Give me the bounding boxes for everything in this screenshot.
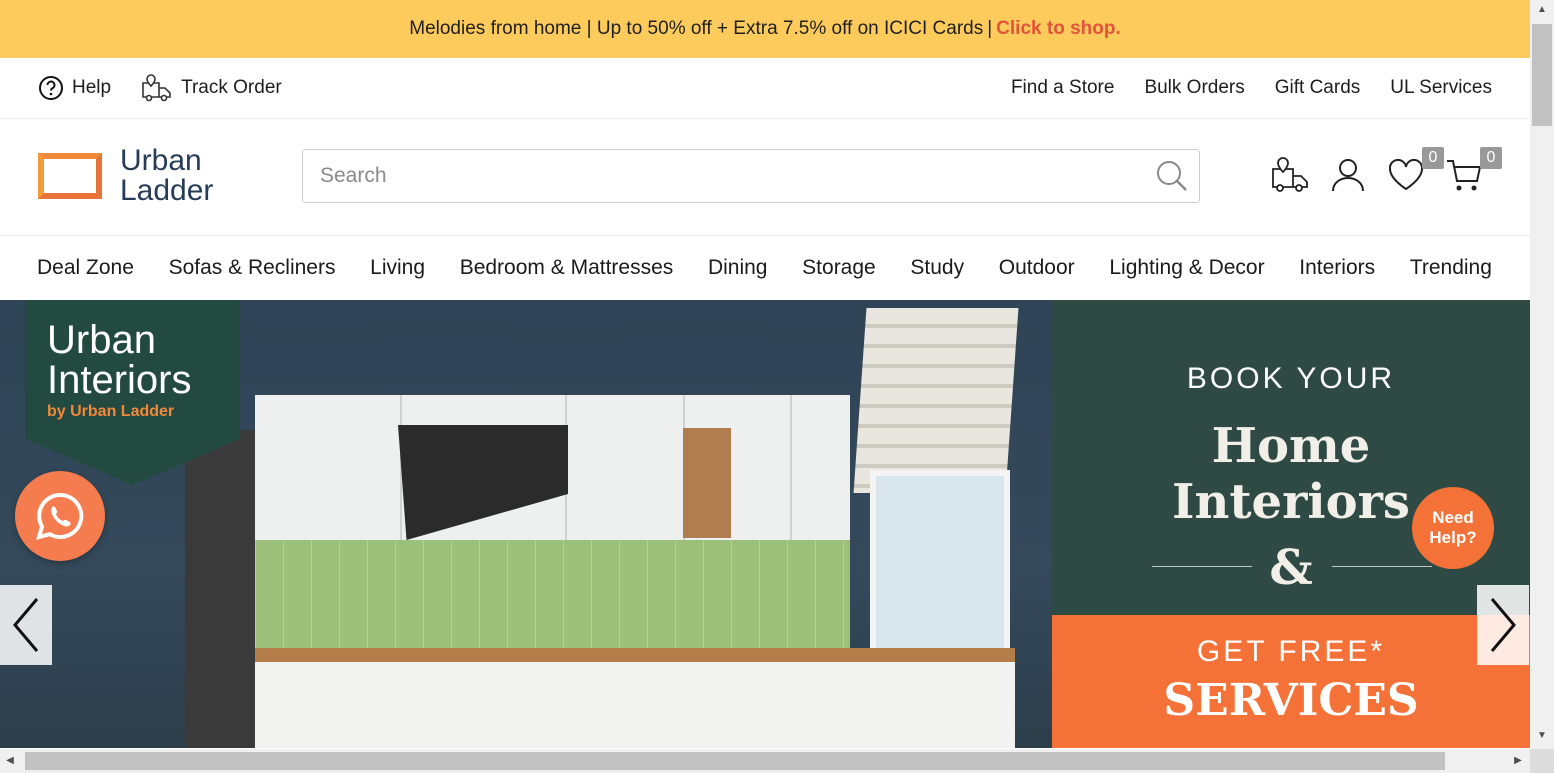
green-backsplash [255, 540, 850, 650]
heart-icon [1388, 158, 1424, 191]
nav-living[interactable]: Living [370, 256, 425, 280]
base-cabinets [255, 662, 1015, 748]
nav-outdoor[interactable]: Outdoor [999, 256, 1075, 280]
kitchen-window [870, 470, 1010, 670]
vertical-scroll-thumb[interactable] [1532, 24, 1552, 126]
chevron-left-icon [13, 598, 39, 652]
scroll-left-arrow[interactable]: ◀ [0, 749, 20, 773]
help-circle-icon [39, 76, 63, 100]
need-help-button[interactable]: Need Help? [1412, 487, 1494, 569]
cart-count-badge: 0 [1480, 147, 1502, 169]
nav-trending[interactable]: Trending [1410, 256, 1492, 280]
horizontal-scrollbar[interactable]: ◀ ▶ [0, 749, 1530, 773]
bulk-orders-link[interactable]: Bulk Orders [1144, 77, 1244, 99]
need-help-line1: Need [1432, 508, 1474, 527]
logo-text-urban: Urban [120, 144, 202, 177]
gift-cards-link[interactable]: Gift Cards [1275, 77, 1361, 99]
category-nav: Deal Zone Sofas & Recliners Living Bedro… [0, 236, 1530, 300]
user-icon [1332, 159, 1364, 192]
nav-study[interactable]: Study [910, 256, 964, 280]
wishlist-button[interactable]: 0 [1386, 147, 1444, 195]
open-shelf [683, 428, 731, 538]
promo-cta-label[interactable]: Click to shop. [996, 18, 1121, 39]
main-header: Urban Ladder 0 0 [0, 119, 1530, 236]
nav-bedroom-mattresses[interactable]: Bedroom & Mattresses [460, 256, 674, 280]
logo-mark [38, 153, 102, 199]
truck-icon [142, 74, 171, 102]
wishlist-count-badge: 0 [1422, 147, 1444, 169]
cart-icon [1447, 160, 1482, 191]
tall-unit [185, 430, 255, 748]
site-logo[interactable]: Urban Ladder [38, 146, 213, 206]
nav-dining[interactable]: Dining [708, 256, 768, 280]
scroll-down-arrow[interactable]: ▼ [1530, 726, 1554, 746]
promo-text: Melodies from home | Up to 50% off + Ext… [409, 18, 984, 39]
chevron-right-icon [1490, 598, 1516, 652]
whatsapp-button[interactable] [15, 471, 105, 561]
promo-bar[interactable]: Melodies from home | Up to 50% off + Ext… [0, 0, 1530, 58]
search-icon[interactable] [1155, 159, 1189, 193]
promo-separator: | [987, 18, 993, 39]
get-free-text: GET FREE* [1196, 635, 1386, 668]
delivery-truck-icon [1272, 157, 1308, 192]
help-link[interactable]: Help [38, 75, 111, 101]
services-text: SERVICES [1163, 675, 1419, 726]
vertical-scrollbar[interactable]: ▲ ▼ [1530, 0, 1554, 773]
track-order-label: Track Order [181, 77, 282, 98]
scrollbar-corner [1530, 749, 1554, 773]
cart-button[interactable]: 0 [1444, 147, 1502, 195]
utility-bar: Help Track Order Find a Store Bulk Order… [0, 58, 1530, 119]
nav-deal-zone[interactable]: Deal Zone [37, 256, 134, 280]
find-store-link[interactable]: Find a Store [1011, 77, 1115, 99]
nav-interiors[interactable]: Interiors [1299, 256, 1375, 280]
track-order-header-button[interactable] [1270, 155, 1328, 195]
promo-cta-link[interactable]: | Click to shop. [987, 18, 1121, 40]
badge-interiors: Interiors [47, 358, 192, 402]
badge-urban: Urban [47, 318, 156, 362]
track-order-link[interactable]: Track Order [141, 73, 282, 103]
search-input[interactable] [318, 150, 1122, 202]
need-help-line2: Help? [1429, 528, 1477, 547]
carousel-next-button[interactable] [1477, 585, 1529, 665]
search-box [302, 149, 1200, 203]
badge-byline: by Urban Ladder [47, 403, 175, 420]
nav-sofas-recliners[interactable]: Sofas & Recliners [169, 256, 336, 280]
help-label: Help [72, 77, 112, 98]
nav-lighting-decor[interactable]: Lighting & Decor [1109, 256, 1264, 280]
scroll-right-arrow[interactable]: ▶ [1508, 749, 1528, 773]
hero-banner[interactable]: Urban Interiors by Urban Ladder BOOK YOU… [0, 300, 1530, 748]
home-text: Home [1211, 418, 1371, 474]
carousel-prev-button[interactable] [0, 585, 52, 665]
whatsapp-icon [36, 492, 84, 540]
ul-services-link[interactable]: UL Services [1390, 77, 1492, 99]
window-blind [853, 308, 1019, 493]
book-your-text: BOOK YOUR [1186, 362, 1396, 395]
nav-storage[interactable]: Storage [802, 256, 876, 280]
horizontal-scroll-thumb[interactable] [25, 752, 1445, 770]
logo-text-ladder: Ladder [120, 174, 214, 207]
countertop [255, 648, 1015, 662]
scroll-up-arrow[interactable]: ▲ [1530, 0, 1554, 20]
account-button[interactable] [1328, 155, 1386, 195]
